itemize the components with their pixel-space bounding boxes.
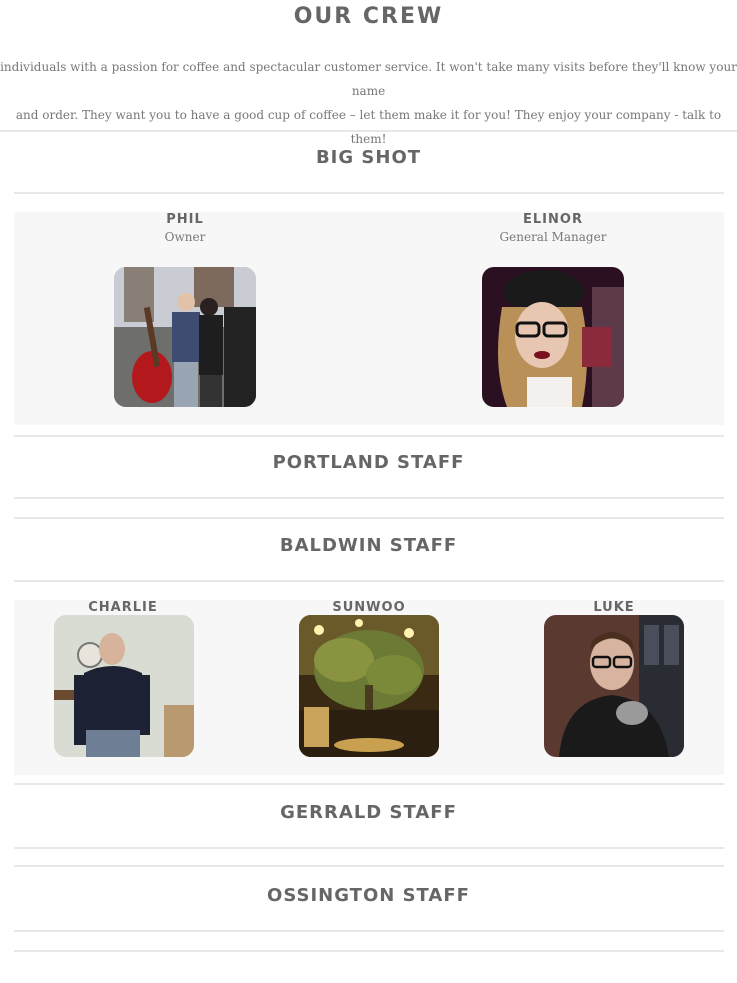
member-name: PHIL [166, 212, 204, 227]
big-shot-panel: PHIL Owner ELINOR General Manager [14, 212, 724, 425]
photo-sunwoo [299, 615, 439, 757]
charlie-portrait-image [54, 615, 194, 757]
photo-phil [114, 267, 256, 407]
divider [14, 930, 724, 932]
member-name: ELINOR [523, 212, 583, 227]
member-name: LUKE [593, 600, 635, 615]
divider [14, 497, 724, 499]
divider [14, 517, 724, 519]
member-card-luke: LUKE [544, 600, 684, 615]
intro-line-1: individuals with a passion for coffee an… [0, 60, 737, 98]
member-card-phil: PHIL Owner [115, 212, 255, 244]
divider [14, 783, 724, 785]
luke-portrait-image [544, 615, 684, 757]
section-title-ossington: OSSINGTON STAFF [267, 885, 470, 906]
member-name: CHARLIE [88, 600, 158, 615]
section-title-big-shot: BIG SHOT [315, 147, 422, 168]
member-card-sunwoo: SUNWOO [299, 600, 439, 615]
divider [14, 435, 724, 437]
member-role: Owner [164, 230, 206, 244]
divider [14, 950, 724, 952]
page-title: OUR CREW [293, 4, 444, 29]
cafe-interior-image [299, 615, 439, 757]
photo-luke [544, 615, 684, 757]
divider [14, 847, 724, 849]
section-title-baldwin: BALDWIN STAFF [279, 535, 458, 556]
divider [14, 580, 724, 582]
baldwin-panel: CHARLIE SUNWOO LUKE [14, 600, 724, 775]
section-title-portland: PORTLAND STAFF [272, 452, 465, 473]
photo-charlie [54, 615, 194, 757]
member-role: General Manager [499, 230, 607, 244]
elinor-portrait-image [482, 267, 624, 407]
member-card-elinor: ELINOR General Manager [473, 212, 633, 244]
intro-line-2: and order. They want you to have a good … [15, 108, 722, 146]
divider [14, 192, 724, 194]
divider [14, 865, 724, 867]
intro-text: individuals with a passion for coffee an… [0, 55, 737, 151]
photo-elinor [482, 267, 624, 407]
divider [0, 130, 737, 132]
phil-guitar-image [114, 267, 256, 407]
member-card-charlie: CHARLIE [53, 600, 193, 615]
section-title-gerrald: GERRALD STAFF [280, 802, 457, 823]
member-name: SUNWOO [332, 600, 406, 615]
